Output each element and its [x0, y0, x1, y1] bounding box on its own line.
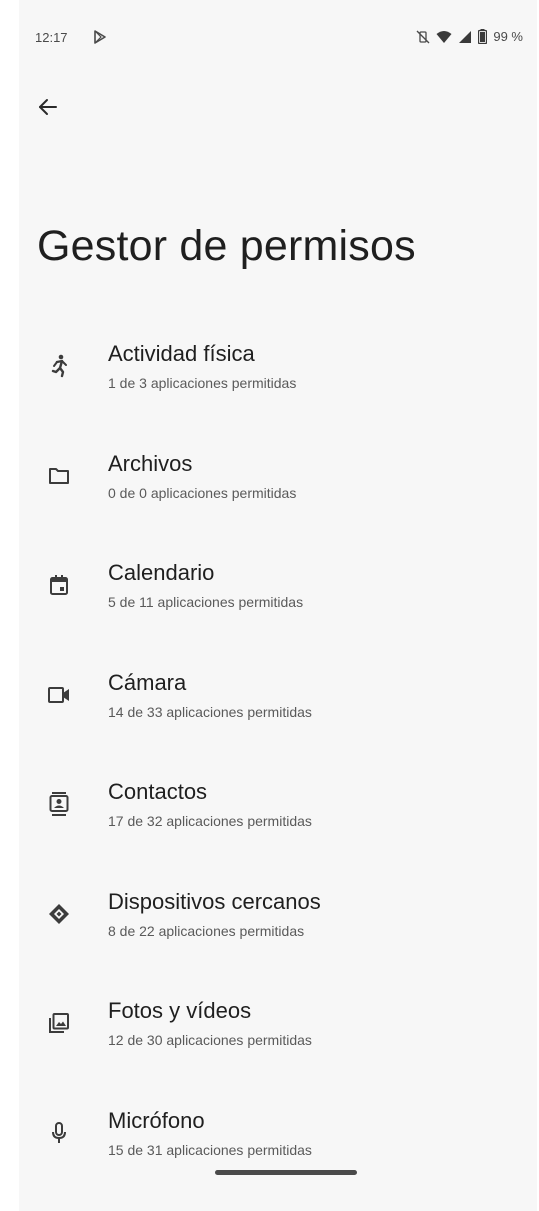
page-title: Gestor de permisos — [37, 222, 416, 270]
status-icons: 99 % — [416, 29, 523, 44]
permission-manager-screen: 12:17 99 % Gestor de permisos Actividad … — [19, 0, 537, 1211]
battery-icon — [478, 29, 488, 44]
play-store-icon — [93, 30, 109, 46]
permission-item-dispositivos-cercanos[interactable]: Dispositivos cercanos 8 de 22 aplicacion… — [19, 868, 537, 978]
nearby-devices-icon — [47, 902, 71, 926]
photos-icon — [47, 1011, 71, 1035]
calendar-icon — [47, 573, 71, 597]
permission-title: Archivos — [108, 450, 193, 476]
back-button[interactable] — [35, 96, 61, 122]
permission-subtitle: 1 de 3 aplicaciones permitidas — [108, 375, 297, 391]
permission-subtitle: 12 de 30 aplicaciones permitidas — [108, 1032, 312, 1048]
permission-text: Calendario 5 de 11 aplicaciones permitid… — [108, 559, 303, 611]
permission-subtitle: 17 de 32 aplicaciones permitidas — [108, 813, 312, 829]
permission-subtitle: 15 de 31 aplicaciones permitidas — [108, 1141, 312, 1158]
permission-item-microfono[interactable]: Micrófono 15 de 31 aplicaciones permitid… — [19, 1087, 537, 1197]
permission-text: Contactos 17 de 32 aplicaciones permitid… — [108, 778, 312, 830]
home-indicator[interactable] — [215, 1170, 357, 1175]
arrow-back-icon — [38, 97, 58, 122]
permission-item-camara[interactable]: Cámara 14 de 33 aplicaciones permitidas — [19, 649, 537, 759]
permission-subtitle: 0 de 0 aplicaciones permitidas — [108, 484, 297, 501]
running-person-icon — [47, 354, 71, 378]
permission-subtitle: 8 de 22 aplicaciones permitidas — [108, 922, 305, 939]
permission-text: Fotos y vídeos 12 de 30 aplicaciones per… — [108, 997, 312, 1049]
permission-subtitle: 14 de 33 aplicaciones permitidas — [108, 703, 312, 720]
permission-item-calendario[interactable]: Calendario 5 de 11 aplicaciones permitid… — [19, 539, 537, 649]
permission-text: Dispositivos cercanos 8 de 22 aplicacion… — [108, 888, 321, 940]
permission-item-fotos-y-videos[interactable]: Fotos y vídeos 12 de 30 aplicaciones per… — [19, 977, 537, 1087]
permission-text: Cámara 14 de 33 aplicaciones permitidas — [108, 669, 312, 721]
permission-title: Fotos y vídeos — [108, 998, 252, 1023]
signal-icon — [458, 30, 472, 44]
video-camera-icon — [47, 683, 71, 707]
permission-title: Calendario — [108, 560, 215, 585]
permission-title: Micrófono — [108, 1107, 205, 1133]
permission-title: Actividad física — [108, 341, 255, 366]
permission-list: Actividad física 1 de 3 aplicaciones per… — [19, 320, 537, 1196]
contacts-icon — [47, 792, 71, 816]
microphone-icon — [47, 1121, 71, 1145]
permission-item-archivos[interactable]: Archivos 0 de 0 aplicaciones permitidas — [19, 430, 537, 540]
permission-subtitle: 5 de 11 aplicaciones permitidas — [108, 594, 304, 610]
folder-icon — [47, 464, 71, 488]
permission-item-actividad-fisica[interactable]: Actividad física 1 de 3 aplicaciones per… — [19, 320, 537, 430]
status-bar: 12:17 99 % — [19, 26, 537, 52]
wifi-icon — [436, 30, 452, 44]
permission-text: Micrófono 15 de 31 aplicaciones permitid… — [108, 1107, 312, 1159]
permission-title: Cámara — [108, 669, 187, 695]
permission-item-contactos[interactable]: Contactos 17 de 32 aplicaciones permitid… — [19, 758, 537, 868]
permission-text: Archivos 0 de 0 aplicaciones permitidas — [108, 450, 296, 502]
permission-text: Actividad física 1 de 3 aplicaciones per… — [108, 340, 296, 392]
battery-percentage: 99 % — [493, 29, 523, 44]
permission-title: Contactos — [108, 779, 208, 804]
vibrate-off-icon — [416, 30, 430, 44]
status-time: 12:17 — [35, 30, 68, 45]
permission-title: Dispositivos cercanos — [108, 888, 321, 914]
